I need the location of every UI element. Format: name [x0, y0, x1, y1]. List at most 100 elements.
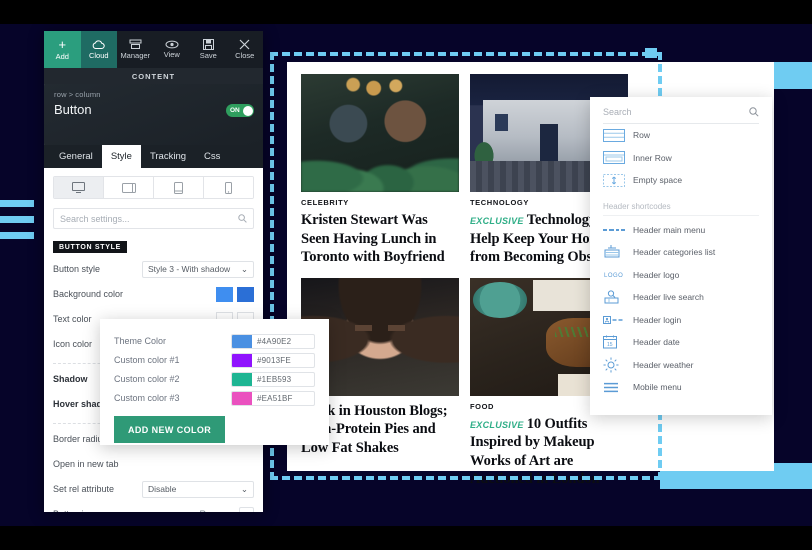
search-icon [238, 214, 247, 223]
weather-sun-icon [603, 357, 633, 373]
plus-icon: + [58, 36, 67, 52]
prop-open-in-new-tab: Open in new tab [53, 455, 254, 474]
shortcodes-search-field[interactable]: Search [603, 107, 759, 124]
prop-button-style: Button style Style 3 - With shadow ⌄ [53, 260, 254, 279]
breadcrumb-separator: > [68, 90, 74, 99]
remove-icon-link[interactable]: Remove [199, 509, 233, 512]
tablet-landscape-icon [121, 182, 136, 193]
prop-label: Button style [53, 264, 101, 274]
set-rel-attribute-value: Disable [148, 484, 177, 494]
prop-label: Set rel attribute [53, 484, 115, 494]
device-tab-mobile[interactable] [204, 177, 253, 198]
shortcode-label: Mobile menu [633, 382, 682, 393]
editor-hero: row > column Button ON [44, 84, 263, 145]
shortcode-item-header-login[interactable]: Header login [603, 309, 759, 332]
color-field[interactable]: #4A90E2 [231, 333, 315, 349]
toggle-knob [242, 105, 253, 116]
close-button[interactable]: Close [227, 31, 264, 68]
breadcrumb-child[interactable]: column [75, 90, 100, 99]
manager-button[interactable]: Manager [117, 31, 154, 68]
shortcode-label: Header weather [633, 359, 694, 370]
shortcodes-group-label: Header shortcodes [603, 192, 759, 216]
tab-general[interactable]: General [50, 145, 102, 168]
shortcodes-search-placeholder: Search [603, 107, 632, 117]
tab-css[interactable]: Css [195, 145, 229, 168]
shortcode-label: Inner Row [633, 152, 672, 163]
breadcrumb-parent[interactable]: row [54, 90, 67, 99]
color-picker-popup: Theme Color #4A90E2 Custom color #1 #901… [100, 319, 329, 445]
breadcrumb[interactable]: row > column [54, 90, 253, 99]
search-icon[interactable] [749, 107, 759, 117]
dashed-menu-icon [603, 227, 633, 233]
eye-icon [165, 40, 179, 49]
decor-bar-left-1 [0, 200, 34, 207]
search-settings-field[interactable]: Search settings... [53, 208, 254, 229]
color-row: Theme Color #4A90E2 [114, 332, 315, 350]
shortcode-item-header-date[interactable]: 15 Header date [603, 331, 759, 354]
color-chip[interactable] [232, 334, 252, 348]
chevron-right-icon[interactable]: › [239, 506, 254, 512]
shortcode-label: Header categories list [633, 247, 716, 258]
set-rel-attribute-select[interactable]: Disable ⌄ [142, 480, 254, 498]
shortcode-item-inner-row[interactable]: Inner Row [603, 147, 759, 170]
shortcode-item-header-logo[interactable]: LOGO Header logo [603, 264, 759, 287]
decor-bar-left-3 [0, 232, 34, 239]
add-new-color-button[interactable]: ADD NEW COLOR [114, 416, 226, 443]
article-card[interactable]: CELEBRITY Kristen Stewart Was Seen Havin… [301, 74, 459, 267]
color-field[interactable]: #9013FE [231, 352, 315, 368]
shortcode-label: Row [633, 130, 651, 141]
button-style-value: Style 3 - With shadow [148, 264, 231, 274]
color-hex-value: #EA51BF [257, 393, 293, 403]
exclusive-badge: EXCLUSIVE [470, 419, 524, 430]
device-tab-tablet-landscape[interactable] [104, 177, 154, 198]
button-style-select[interactable]: Style 3 - With shadow ⌄ [142, 260, 254, 278]
view-button-label: View [163, 50, 180, 59]
shortcode-item-row[interactable]: Row [603, 124, 759, 147]
shortcode-item-header-live-search[interactable]: Header live search [603, 286, 759, 309]
section-label-button-style: BUTTON STYLE [53, 241, 127, 253]
shortcode-item-mobile-menu[interactable]: Mobile menu [603, 376, 759, 399]
svg-text:15: 15 [607, 342, 613, 348]
prop-label: Button icon [53, 509, 199, 512]
calendar-icon: 15 [603, 335, 633, 349]
shortcode-item-header-weather[interactable]: Header weather [603, 354, 759, 377]
tablet-portrait-icon [174, 181, 183, 194]
shortcode-item-header-main-menu[interactable]: Header main menu [603, 219, 759, 242]
hamburger-icon [603, 382, 633, 393]
add-button[interactable]: + Add [44, 31, 81, 68]
color-label: Custom color #3 [114, 393, 180, 403]
decor-accent-top-square [645, 48, 657, 58]
color-chip[interactable] [232, 391, 252, 405]
tab-tracking[interactable]: Tracking [141, 145, 195, 168]
color-field[interactable]: #EA51BF [231, 390, 315, 406]
view-button[interactable]: View [154, 31, 191, 68]
cloud-button[interactable]: Cloud [80, 31, 117, 68]
background-color-swatches [216, 286, 254, 302]
cafe-couple-photo [301, 74, 459, 192]
color-field[interactable]: #1EB593 [231, 371, 315, 387]
color-hex-value: #1EB593 [257, 374, 292, 384]
enable-toggle[interactable]: ON [226, 104, 254, 117]
shortcode-item-header-categories-list[interactable]: Header categories list [603, 241, 759, 264]
article-headline[interactable]: EXCLUSIVE 10 Outfits Inspired by Makeup W… [470, 415, 628, 489]
color-chip[interactable] [232, 353, 252, 367]
floppy-disk-icon [202, 39, 214, 50]
prop-set-rel-attribute: Set rel attribute Disable ⌄ [53, 480, 254, 499]
close-button-label: Close [235, 51, 255, 60]
article-headline[interactable]: Kristen Stewart Was Seen Having Lunch in… [301, 211, 459, 267]
save-button[interactable]: Save [190, 31, 227, 68]
shortcode-label: Header login [633, 314, 682, 325]
device-tab-desktop[interactable] [54, 177, 104, 198]
prop-label: Background color [53, 289, 124, 299]
color-chip[interactable] [232, 372, 252, 386]
color-row: Custom color #2 #1EB593 [114, 370, 315, 388]
chevron-down-icon: ⌄ [240, 263, 248, 274]
tab-style[interactable]: Style [101, 145, 141, 168]
shortcode-label: Header logo [633, 269, 680, 280]
background-color-swatch-2[interactable] [237, 286, 254, 302]
inner-row-icon [603, 151, 633, 165]
prop-background-color: Background color [53, 285, 254, 304]
shortcode-item-empty-space[interactable]: Empty space [603, 169, 759, 192]
background-color-swatch-1[interactable] [216, 286, 233, 302]
device-tab-tablet-portrait[interactable] [154, 177, 204, 198]
